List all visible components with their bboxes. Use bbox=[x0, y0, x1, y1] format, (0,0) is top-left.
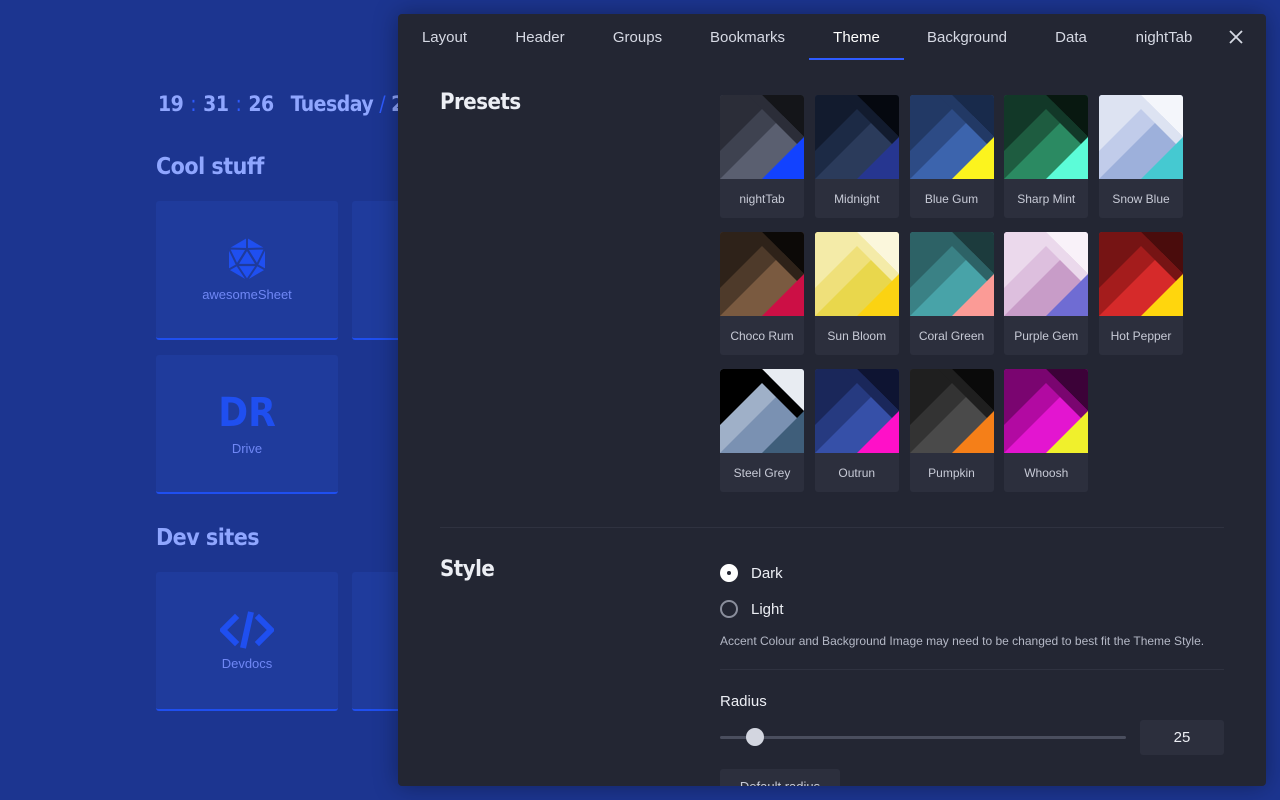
clock-hours: 19 bbox=[158, 92, 184, 116]
date-day: Tuesday bbox=[290, 92, 374, 116]
theme-preset[interactable]: Purple Gem bbox=[1004, 232, 1089, 355]
radio-button[interactable] bbox=[720, 600, 738, 618]
radius-label: Radius bbox=[720, 693, 767, 710]
tab-nighttab[interactable]: nightTab bbox=[1112, 14, 1216, 60]
theme-preset-name: Pumpkin bbox=[928, 465, 975, 480]
bookmark-label: Devdocs bbox=[221, 656, 273, 671]
theme-preset-name: Hot Pepper bbox=[1110, 328, 1172, 343]
theme-preset-name: Sun Bloom bbox=[827, 328, 887, 343]
group-title: Dev sites bbox=[156, 525, 260, 551]
section-title-presets: Presets bbox=[440, 90, 521, 115]
code-icon bbox=[220, 611, 274, 649]
theme-preset-name: Snow Blue bbox=[1112, 191, 1170, 206]
theme-preset-swatch bbox=[720, 232, 804, 316]
bookmark-tile[interactable]: DR Drive bbox=[156, 355, 338, 494]
date-separator: / bbox=[379, 92, 386, 116]
theme-preset[interactable]: Outrun bbox=[814, 369, 899, 492]
theme-preset-name: Choco Rum bbox=[730, 328, 794, 343]
settings-tabs: Layout Header Groups Bookmarks Theme Bac… bbox=[398, 14, 1266, 60]
theme-preset-swatch bbox=[1004, 95, 1089, 179]
theme-preset-swatch bbox=[814, 232, 899, 316]
theme-preset-swatch bbox=[1004, 232, 1089, 316]
clock-separator: : bbox=[235, 92, 242, 116]
theme-preset[interactable]: Coral Green bbox=[909, 232, 994, 355]
radius-slider-track[interactable] bbox=[720, 736, 1126, 739]
radio-button[interactable] bbox=[720, 564, 738, 582]
radius-slider-thumb[interactable] bbox=[746, 728, 764, 746]
theme-preset-name: nightTab bbox=[739, 191, 785, 206]
settings-modal: Layout Header Groups Bookmarks Theme Bac… bbox=[398, 14, 1266, 786]
theme-preset[interactable]: Steel Grey bbox=[720, 369, 804, 492]
clock-seconds: 26 bbox=[248, 92, 274, 116]
theme-preset[interactable]: Choco Rum bbox=[720, 232, 804, 355]
tab-groups[interactable]: Groups bbox=[589, 14, 686, 60]
theme-preset[interactable]: Snow Blue bbox=[1099, 95, 1183, 218]
tab-header[interactable]: Header bbox=[491, 14, 589, 60]
tab-data[interactable]: Data bbox=[1030, 14, 1112, 60]
default-radius-button[interactable]: Default radius bbox=[720, 769, 840, 786]
theme-preset[interactable]: Blue Gum bbox=[909, 95, 994, 218]
style-option-light[interactable]: Light bbox=[720, 600, 784, 618]
theme-preset-swatch bbox=[909, 232, 994, 316]
clock: 19 : 31 : 26 Tuesday / 24th bbox=[158, 92, 438, 116]
theme-preset-name: Purple Gem bbox=[1014, 328, 1079, 343]
d20-icon bbox=[228, 238, 266, 281]
theme-preset-name: Blue Gum bbox=[924, 191, 979, 206]
theme-preset[interactable]: Sharp Mint bbox=[1004, 95, 1089, 218]
tab-background[interactable]: Background bbox=[904, 14, 1030, 60]
theme-preset-name: Whoosh bbox=[1024, 465, 1069, 480]
bookmark-label: awesomeSheet bbox=[202, 287, 292, 302]
theme-preset-name: Steel Grey bbox=[733, 465, 791, 480]
divider bbox=[440, 527, 1224, 528]
theme-preset-swatch bbox=[909, 95, 994, 179]
theme-preset-name: Coral Green bbox=[918, 328, 985, 343]
style-helper-text: Accent Colour and Background Image may n… bbox=[720, 634, 1205, 648]
theme-preset-swatch bbox=[909, 369, 994, 453]
theme-presets: nightTab Midnight Blue Gum Sharp Mint Snow B… bbox=[720, 95, 1190, 492]
theme-preset-swatch bbox=[814, 369, 899, 453]
theme-preset[interactable]: Whoosh bbox=[1004, 369, 1089, 492]
theme-preset-swatch bbox=[814, 95, 899, 179]
radius-number-input[interactable]: 25 bbox=[1140, 720, 1224, 755]
bookmark-tile[interactable]: Devdocs bbox=[156, 572, 338, 711]
theme-preset-swatch bbox=[720, 95, 804, 179]
tab-bookmarks[interactable]: Bookmarks bbox=[686, 14, 809, 60]
clock-minutes: 31 bbox=[203, 92, 229, 116]
theme-preset-swatch bbox=[1004, 369, 1089, 453]
radio-label: Light bbox=[751, 600, 784, 618]
clock-separator: : bbox=[190, 92, 197, 116]
theme-preset[interactable]: Hot Pepper bbox=[1099, 232, 1183, 355]
tab-layout[interactable]: Layout bbox=[398, 14, 491, 60]
theme-preset-swatch bbox=[1099, 232, 1183, 316]
theme-preset[interactable]: Sun Bloom bbox=[814, 232, 899, 355]
bookmark-label: Drive bbox=[231, 441, 263, 456]
theme-preset[interactable]: nightTab bbox=[720, 95, 804, 218]
theme-preset-swatch bbox=[1099, 95, 1183, 179]
radio-label: Dark bbox=[751, 564, 783, 582]
bookmark-letters: DR bbox=[218, 390, 276, 436]
close-button[interactable] bbox=[1224, 25, 1248, 49]
close-icon bbox=[1229, 30, 1243, 44]
group-title: Cool stuff bbox=[156, 154, 264, 180]
theme-preset-swatch bbox=[720, 369, 804, 453]
theme-preset[interactable]: Pumpkin bbox=[909, 369, 994, 492]
theme-preset-name: Sharp Mint bbox=[1017, 191, 1076, 206]
divider bbox=[720, 669, 1224, 670]
theme-preset[interactable]: Midnight bbox=[814, 95, 899, 218]
style-option-dark[interactable]: Dark bbox=[720, 564, 783, 582]
theme-preset-name: Outrun bbox=[838, 465, 876, 480]
theme-preset-name: Midnight bbox=[834, 191, 880, 206]
bookmark-tile[interactable]: awesomeSheet bbox=[156, 201, 338, 340]
section-title-style: Style bbox=[440, 557, 495, 582]
tab-theme[interactable]: Theme bbox=[809, 14, 904, 60]
